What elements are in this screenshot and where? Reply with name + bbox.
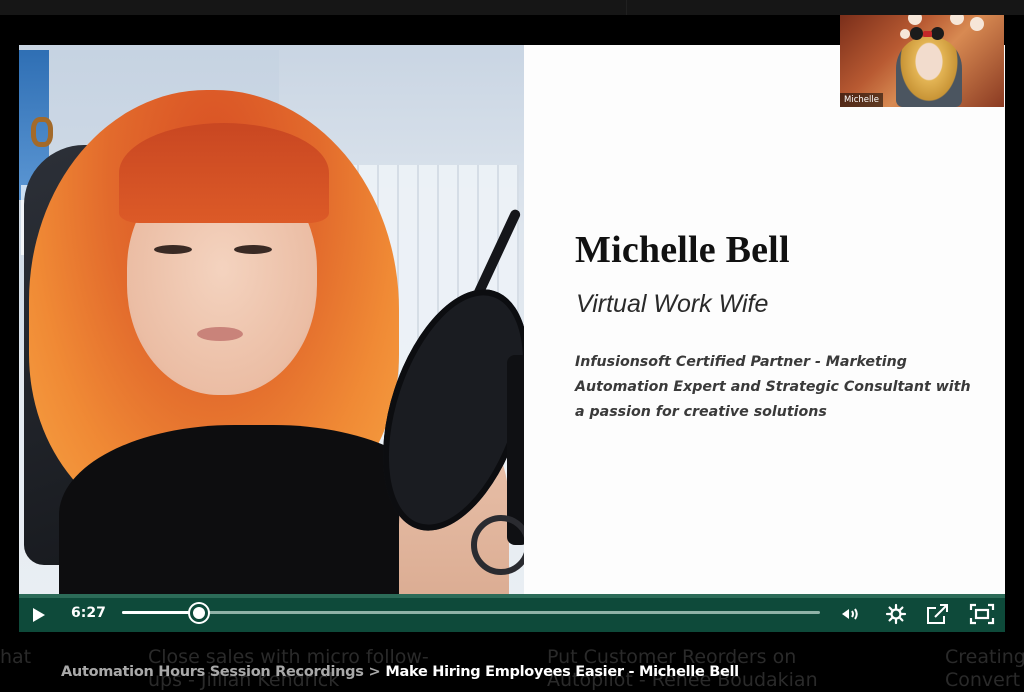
lantern: [908, 15, 922, 25]
participant-name-label: Michelle: [840, 93, 883, 107]
top-bar: [0, 0, 1024, 15]
seek-bar-played: [122, 611, 199, 614]
lantern: [950, 15, 964, 25]
play-icon[interactable]: [33, 608, 45, 622]
breadcrumb-parent-link[interactable]: Automation Hours Session Recordings: [61, 664, 364, 680]
video-frame[interactable]: Michelle Bell Virtual Work Wife Infusion…: [19, 45, 1005, 594]
current-time: 6:27: [71, 605, 106, 621]
presenter-lips: [197, 327, 243, 341]
participant-video-thumbnail[interactable]: Michelle: [840, 15, 1004, 107]
mic-shock-mount: [471, 515, 524, 575]
background-card-line: Creating: [945, 646, 1024, 668]
volume-icon[interactable]: [839, 602, 863, 626]
seek-handle[interactable]: [189, 604, 208, 622]
top-bar-right: [627, 0, 1024, 15]
webcam-feed: [19, 45, 524, 594]
slide-bio: Infusionsoft Certified Partner - Marketi…: [575, 354, 971, 420]
background-card-title[interactable]: Creating Convert: [945, 646, 1024, 692]
video-player[interactable]: Michelle Bell Virtual Work Wife Infusion…: [19, 45, 1005, 632]
wall-ornament: [31, 117, 53, 147]
player-controls: 6:27: [19, 594, 1005, 632]
gear-icon[interactable]: [884, 602, 908, 626]
lantern: [970, 17, 984, 31]
top-bar-left: [0, 0, 627, 15]
background-card-title[interactable]: hat: [0, 646, 31, 669]
fullscreen-icon[interactable]: [969, 602, 995, 626]
breadcrumb-separator: >: [368, 664, 381, 680]
slide-presenter-name: Michelle Bell: [575, 229, 790, 271]
background-card-line: Convert: [945, 669, 1021, 691]
lantern: [900, 29, 910, 39]
breadcrumb-current: Make Hiring Employees Easier - Michelle …: [385, 664, 739, 680]
share-icon[interactable]: [925, 602, 951, 626]
slide-subtitle: Virtual Work Wife: [576, 290, 769, 318]
presenter-bangs: [119, 123, 329, 223]
breadcrumb: Automation Hours Session Recordings > Make…: [61, 664, 739, 680]
headband-bow: [923, 31, 932, 37]
presenter-eye: [154, 245, 192, 254]
presentation-slide: Michelle Bell Virtual Work Wife Infusion…: [524, 45, 1005, 594]
participant-person: [896, 37, 962, 107]
seek-bar[interactable]: [122, 604, 820, 622]
presenter-eye: [234, 245, 272, 254]
